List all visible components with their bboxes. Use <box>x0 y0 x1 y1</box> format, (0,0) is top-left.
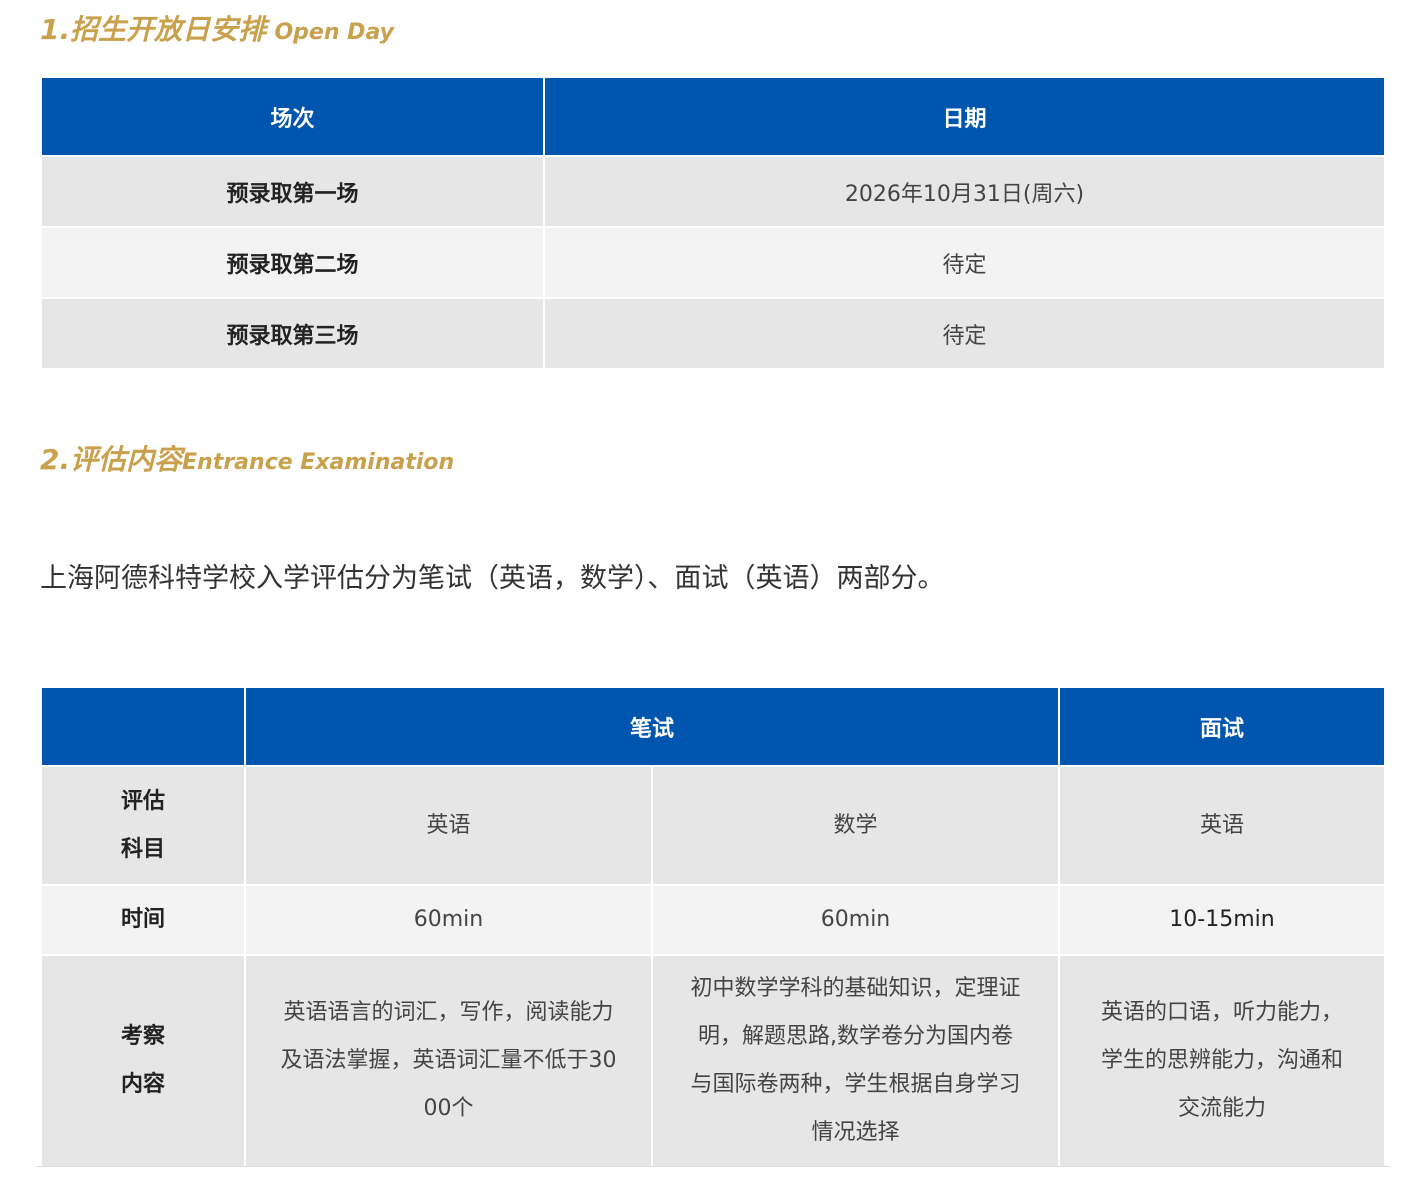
row-label-content: 考察 内容 <box>42 954 246 1166</box>
content-line: 与国际卷两种，学生根据自身学习 <box>690 1072 1021 1097</box>
cell-interview-time: 10-15min <box>1059 884 1385 955</box>
table-row: 预录取第二场 待定 <box>42 226 1384 298</box>
content-line: 明，解题思路,数学卷分为国内卷 <box>698 1024 1013 1049</box>
cell-interview-content: 英语的口语，听力能力， 学生的思辨能力，沟通和 交流能力 <box>1059 954 1385 1166</box>
session-name: 预录取第三场 <box>42 297 545 368</box>
label-line: 科目 <box>120 836 165 862</box>
content-line: 英语语言的词汇，写作，阅读能力 <box>283 1000 614 1025</box>
section-title-entrance-exam: 2.评估内容Entrance Examination <box>40 438 454 478</box>
table-row: 预录取第一场 2026年10月31日(周六) <box>42 155 1384 227</box>
label-line: 评估 <box>120 788 165 814</box>
cell-english-time: 60min <box>245 884 653 955</box>
exam-table: 笔试 面试 评估 科目 英语 数学 英语 时间 60min 60min 10-1… <box>42 688 1385 1166</box>
cell-interview-subject: 英语 <box>1059 765 1385 885</box>
content-line: 初中数学学科的基础知识，定理证 <box>690 976 1021 1001</box>
table-row-time: 时间 60min 60min 10-15min <box>42 884 1385 955</box>
cell-english-content: 英语语言的词汇，写作，阅读能力 及语法掌握，英语词汇量不低于30 00个 <box>245 954 653 1166</box>
content-line: 情况选择 <box>811 1120 900 1145</box>
header-corner <box>42 688 246 766</box>
header-date: 日期 <box>544 78 1384 156</box>
header-interview: 面试 <box>1059 688 1385 766</box>
table-row-subject: 评估 科目 英语 数学 英语 <box>42 765 1385 885</box>
session-date: 2026年10月31日(周六) <box>544 155 1384 227</box>
cell-math-time: 60min <box>652 884 1061 955</box>
section-title-en: Entrance Examination <box>182 450 455 475</box>
content-line: 交流能力 <box>1178 1096 1267 1121</box>
intro-paragraph: 上海阿德科特学校入学评估分为笔试（英语，数学）、面试（英语）两部分。 <box>40 563 945 594</box>
session-date: 待定 <box>544 297 1384 368</box>
row-label-time: 时间 <box>42 884 246 955</box>
section-title-en: Open Day <box>274 20 394 45</box>
label-line: 考察 <box>120 1024 165 1049</box>
bottom-divider <box>36 1166 1390 1167</box>
session-date: 待定 <box>544 226 1384 298</box>
label-line: 内容 <box>120 1072 165 1097</box>
content-line: 英语的口语，听力能力， <box>1101 1000 1344 1025</box>
session-name: 预录取第一场 <box>42 155 545 227</box>
cell-math-subject: 数学 <box>652 765 1061 885</box>
row-label-subject: 评估 科目 <box>42 765 246 885</box>
content-line: 及语法掌握，英语词汇量不低于30 <box>280 1048 617 1073</box>
table-row-content: 考察 内容 英语语言的词汇，写作，阅读能力 及语法掌握，英语词汇量不低于30 0… <box>42 954 1385 1166</box>
cell-english-subject: 英语 <box>245 765 653 885</box>
cell-math-content: 初中数学学科的基础知识，定理证 明，解题思路,数学卷分为国内卷 与国际卷两种，学… <box>652 954 1061 1166</box>
section-title-open-day: 1.招生开放日安排 Open Day <box>40 8 394 48</box>
content-line: 学生的思辨能力，沟通和 <box>1101 1048 1344 1073</box>
session-name: 预录取第二场 <box>42 226 545 298</box>
table-row: 预录取第三场 待定 <box>42 297 1384 368</box>
open-day-table: 场次 日期 预录取第一场 2026年10月31日(周六) 预录取第二场 待定 预… <box>42 78 1384 368</box>
header-session: 场次 <box>42 78 545 156</box>
section-title-zh: 1.招生开放日安排 <box>40 13 267 46</box>
content-line: 00个 <box>423 1096 474 1121</box>
header-written: 笔试 <box>245 688 1061 766</box>
section-title-zh: 2.评估内容 <box>40 443 183 476</box>
